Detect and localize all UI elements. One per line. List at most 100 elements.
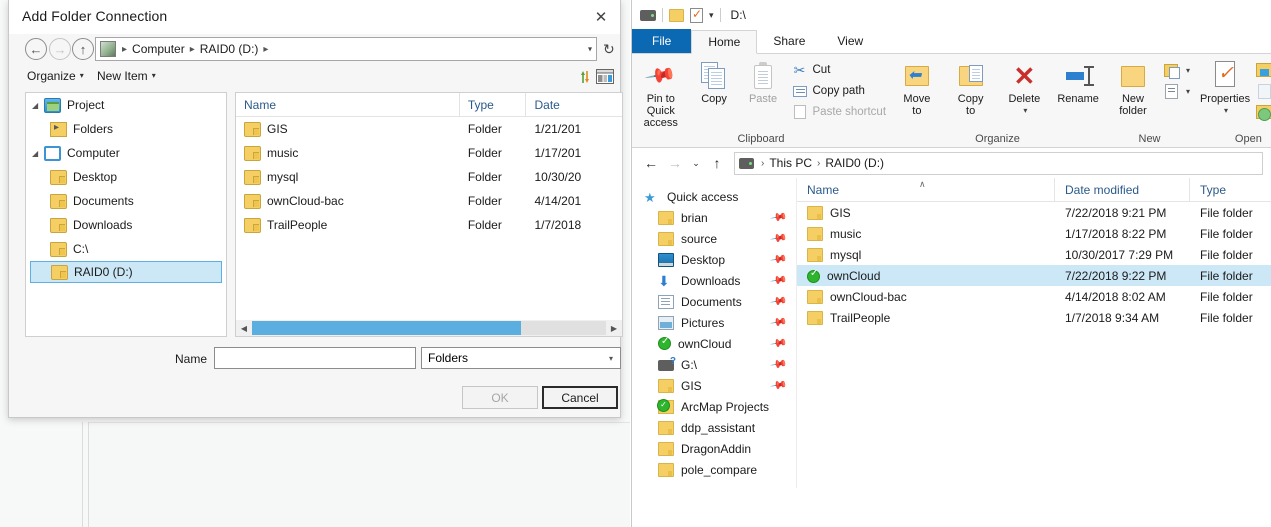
pin-icon[interactable]: 📌 <box>770 250 789 269</box>
chevron-down-icon[interactable]: ▾ <box>588 45 592 54</box>
nav-item-pole-compare[interactable]: pole_compare <box>632 459 796 480</box>
move-to-button[interactable]: ⬅ Move to <box>890 59 944 117</box>
table-row[interactable]: ownCloud-bac Folder 4/14/201 <box>236 189 622 213</box>
column-header-name[interactable]: Name ∧ <box>797 178 1055 201</box>
tree-item-c-drive[interactable]: C:\ <box>26 237 226 261</box>
new-folder-icon[interactable] <box>669 8 684 22</box>
nav-item-gis[interactable]: GIS 📌 <box>632 375 796 396</box>
navigation-pane[interactable]: ★ Quick access brian 📌 source 📌 Desktop … <box>632 178 797 488</box>
delete-button[interactable]: ✕ Delete ▾ <box>998 59 1052 117</box>
pin-icon[interactable]: 📌 <box>770 292 789 311</box>
tab-share[interactable]: Share <box>757 29 821 53</box>
nav-item-brian[interactable]: brian 📌 <box>632 207 796 228</box>
nav-item-desktop[interactable]: Desktop 📌 <box>632 249 796 270</box>
table-row[interactable]: mysql 10/30/2017 7:29 PM File folder <box>797 244 1271 265</box>
table-row[interactable]: TrailPeople 1/7/2018 9:34 AM File folder <box>797 307 1271 328</box>
pin-icon[interactable]: 📌 <box>770 208 789 227</box>
expand-twisty-icon[interactable]: ◢ <box>32 101 44 110</box>
table-row[interactable]: music Folder 1/17/201 <box>236 141 622 165</box>
dialog-file-list[interactable]: Name Type Date GIS Folder 1/21/201 music… <box>235 92 623 337</box>
chevron-down-icon[interactable]: ▾ <box>1186 66 1190 75</box>
scroll-left-icon[interactable]: ◀ <box>236 324 252 333</box>
column-header-type[interactable]: Type <box>1190 178 1270 201</box>
table-row-selected[interactable]: ownCloud 7/22/2018 9:22 PM File folder <box>797 265 1271 286</box>
pin-icon[interactable]: 📌 <box>770 313 789 332</box>
chevron-down-icon[interactable]: ▾ <box>1023 105 1027 117</box>
horizontal-scrollbar[interactable]: ◀ ▶ <box>236 320 622 336</box>
back-button[interactable]: ← <box>640 152 662 174</box>
cut-button[interactable]: ✂ Cut <box>792 61 891 79</box>
table-row[interactable]: GIS 7/22/2018 9:21 PM File folder <box>797 202 1271 223</box>
scrollbar-thumb[interactable] <box>252 321 522 335</box>
table-row[interactable]: TrailPeople Folder 1/7/2018 <box>236 213 622 237</box>
refresh-icon[interactable]: ↻ <box>603 39 615 59</box>
open-button[interactable]: Ope <box>1256 61 1271 79</box>
up-button[interactable]: ↑ <box>72 38 94 60</box>
chevron-down-icon[interactable]: ▾ <box>709 10 714 21</box>
address-breadcrumb[interactable]: › This PC › RAID0 (D:) <box>734 151 1263 175</box>
history-button[interactable]: Hist <box>1256 103 1271 121</box>
tree-item-computer[interactable]: ◢ Computer <box>26 141 226 165</box>
nav-item-g-drive[interactable]: G:\ 📌 <box>632 354 796 375</box>
tree-item-desktop[interactable]: Desktop <box>26 165 226 189</box>
column-header-type[interactable]: Type <box>460 93 527 116</box>
tree-item-downloads[interactable]: Downloads <box>26 213 226 237</box>
tree-item-documents[interactable]: Documents <box>26 189 226 213</box>
nav-item-dragonaddin[interactable]: DragonAddin <box>632 438 796 459</box>
tab-file[interactable]: File <box>632 29 692 53</box>
pin-icon[interactable]: 📌 <box>770 271 789 290</box>
view-layout-icon[interactable] <box>596 69 614 84</box>
tree-item-project[interactable]: ◢ Project <box>26 93 226 117</box>
nav-item-documents[interactable]: Documents 📌 <box>632 291 796 312</box>
easy-access-button[interactable]: ▾ <box>1163 82 1194 100</box>
expand-twisty-icon[interactable]: ◢ <box>32 149 44 158</box>
nav-item-arcmap-projects[interactable]: ArcMap Projects <box>632 396 796 417</box>
recent-locations-icon[interactable]: ⌄ <box>688 152 704 174</box>
table-row[interactable]: mysql Folder 10/30/20 <box>236 165 622 189</box>
chevron-down-icon[interactable]: ▾ <box>1186 87 1190 96</box>
new-item-menu[interactable]: New Item ▾ <box>97 69 156 83</box>
new-item-button[interactable]: ▾ <box>1163 61 1194 79</box>
rename-button[interactable]: Rename <box>1051 59 1105 105</box>
breadcrumb-computer[interactable]: Computer <box>130 42 187 56</box>
tree-item-raid0[interactable]: RAID0 (D:) <box>30 261 222 283</box>
properties-button[interactable]: ✓ Properties ▾ <box>1194 59 1256 117</box>
tree-item-folders[interactable]: Folders <box>26 117 226 141</box>
copy-to-button[interactable]: Copy to <box>944 59 998 117</box>
close-icon[interactable]: ✕ <box>588 5 614 29</box>
pin-icon[interactable]: 📌 <box>770 229 789 248</box>
properties-icon[interactable] <box>690 7 703 23</box>
table-row[interactable]: ownCloud-bac 4/14/2018 8:02 AM File fold… <box>797 286 1271 307</box>
cancel-button[interactable]: Cancel <box>542 386 618 409</box>
breadcrumb-this-pc[interactable]: This PC <box>767 156 814 170</box>
scrollbar-track[interactable] <box>252 321 606 335</box>
copy-button[interactable]: Copy <box>690 59 739 105</box>
organize-menu[interactable]: Organize ▾ <box>27 69 84 83</box>
sort-icon[interactable] <box>578 69 592 85</box>
up-button[interactable]: ↑ <box>706 152 728 174</box>
nav-item-pictures[interactable]: Pictures 📌 <box>632 312 796 333</box>
back-button[interactable]: ← <box>25 38 47 60</box>
copy-path-button[interactable]: Copy path <box>792 82 891 100</box>
pin-to-quick-access-button[interactable]: 📌 Pin to Quick access <box>632 59 690 129</box>
column-header-date[interactable]: Date <box>526 93 622 116</box>
nav-item-ddp-assistant[interactable]: ddp_assistant <box>632 417 796 438</box>
scroll-right-icon[interactable]: ▶ <box>606 324 622 333</box>
column-header-date-modified[interactable]: Date modified <box>1055 178 1190 201</box>
tab-view[interactable]: View <box>821 29 879 53</box>
explorer-file-list[interactable]: Name ∧ Date modified Type GIS 7/22/2018 … <box>797 178 1271 488</box>
chevron-down-icon[interactable]: ▾ <box>1224 105 1228 117</box>
folder-tree-pane[interactable]: ◢ Project Folders ◢ Computer Desktop Doc… <box>25 92 227 337</box>
nav-item-source[interactable]: source 📌 <box>632 228 796 249</box>
table-row[interactable]: music 1/17/2018 8:22 PM File folder <box>797 223 1271 244</box>
pin-icon[interactable]: 📌 <box>770 334 789 353</box>
name-input[interactable] <box>214 347 416 369</box>
breadcrumb-raid0[interactable]: RAID0 (D:) <box>198 42 261 56</box>
column-header-name[interactable]: Name <box>236 93 460 116</box>
nav-item-owncloud[interactable]: ownCloud 📌 <box>632 333 796 354</box>
pin-icon[interactable]: 📌 <box>770 376 789 395</box>
type-filter-select[interactable]: Folders ▾ <box>421 347 621 369</box>
nav-item-quick-access[interactable]: ★ Quick access <box>632 186 796 207</box>
address-bar[interactable]: ▸ Computer ▸ RAID0 (D:) ▸ ▾ <box>95 37 597 61</box>
breadcrumb-raid0[interactable]: RAID0 (D:) <box>823 156 886 170</box>
